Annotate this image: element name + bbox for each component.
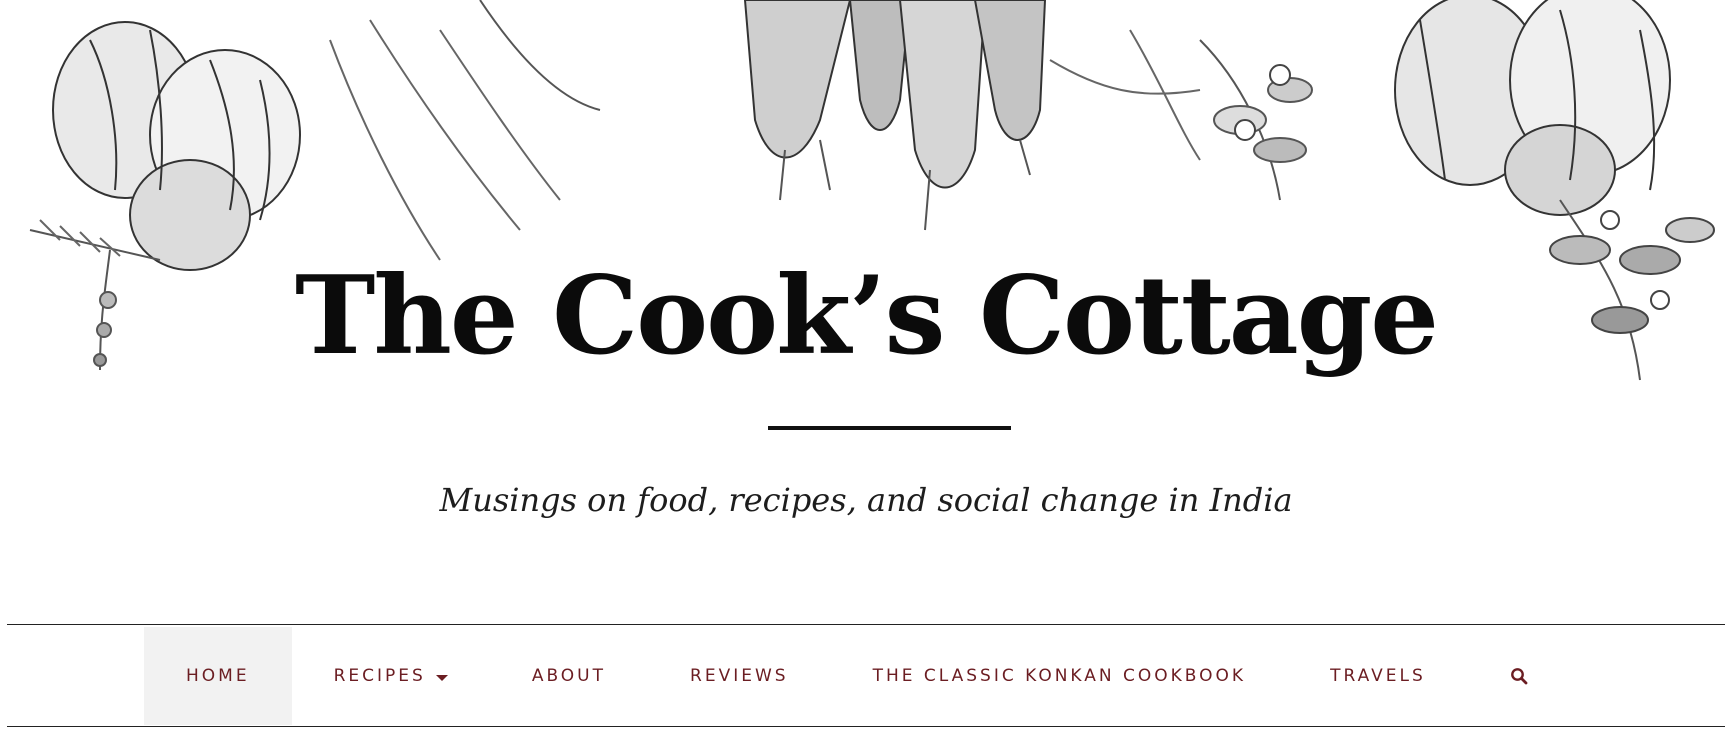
- nav-item-label: ABOUT: [531, 666, 607, 686]
- carrot-3: [898, 0, 987, 189]
- search-button[interactable]: [1468, 627, 1570, 725]
- title-divider: [768, 426, 1011, 430]
- nav-item-reviews[interactable]: REVIEWS: [648, 627, 831, 725]
- nav-item-recipes[interactable]: RECIPES: [292, 627, 490, 725]
- carrot-1: [743, 0, 852, 159]
- nav-item-label: THE CLASSIC KONKAN COOKBOOK: [872, 666, 1247, 686]
- nav-item-about[interactable]: ABOUT: [490, 627, 648, 725]
- nav-item-home[interactable]: HOME: [144, 627, 292, 725]
- nav-item-label: RECIPES: [333, 666, 426, 686]
- search-icon: [1510, 668, 1528, 685]
- nav-item-classic-konkan-cookbook[interactable]: THE CLASSIC KONKAN COOKBOOK: [831, 627, 1289, 725]
- page: The Cook’s Cottage Musings on food, reci…: [0, 0, 1732, 742]
- nav-item-travels[interactable]: TRAVELS: [1288, 627, 1468, 725]
- nav-item-label: TRAVELS: [1330, 666, 1426, 686]
- site-tagline: Musings on food, recipes, and social cha…: [439, 481, 1293, 519]
- main-navigation: HOME RECIPES ABOUT REVIEWS THE CLASSIC K…: [7, 624, 1725, 727]
- nav-item-label: REVIEWS: [690, 666, 789, 686]
- carrot-4: [973, 0, 1047, 141]
- caret-down-icon: [435, 675, 448, 681]
- nav-item-label: HOME: [186, 666, 250, 686]
- onion-left-3: [129, 159, 251, 271]
- nav-menu: HOME RECIPES ABOUT REVIEWS THE CLASSIC K…: [144, 627, 1570, 725]
- site-title[interactable]: The Cook’s Cottage: [0, 262, 1732, 370]
